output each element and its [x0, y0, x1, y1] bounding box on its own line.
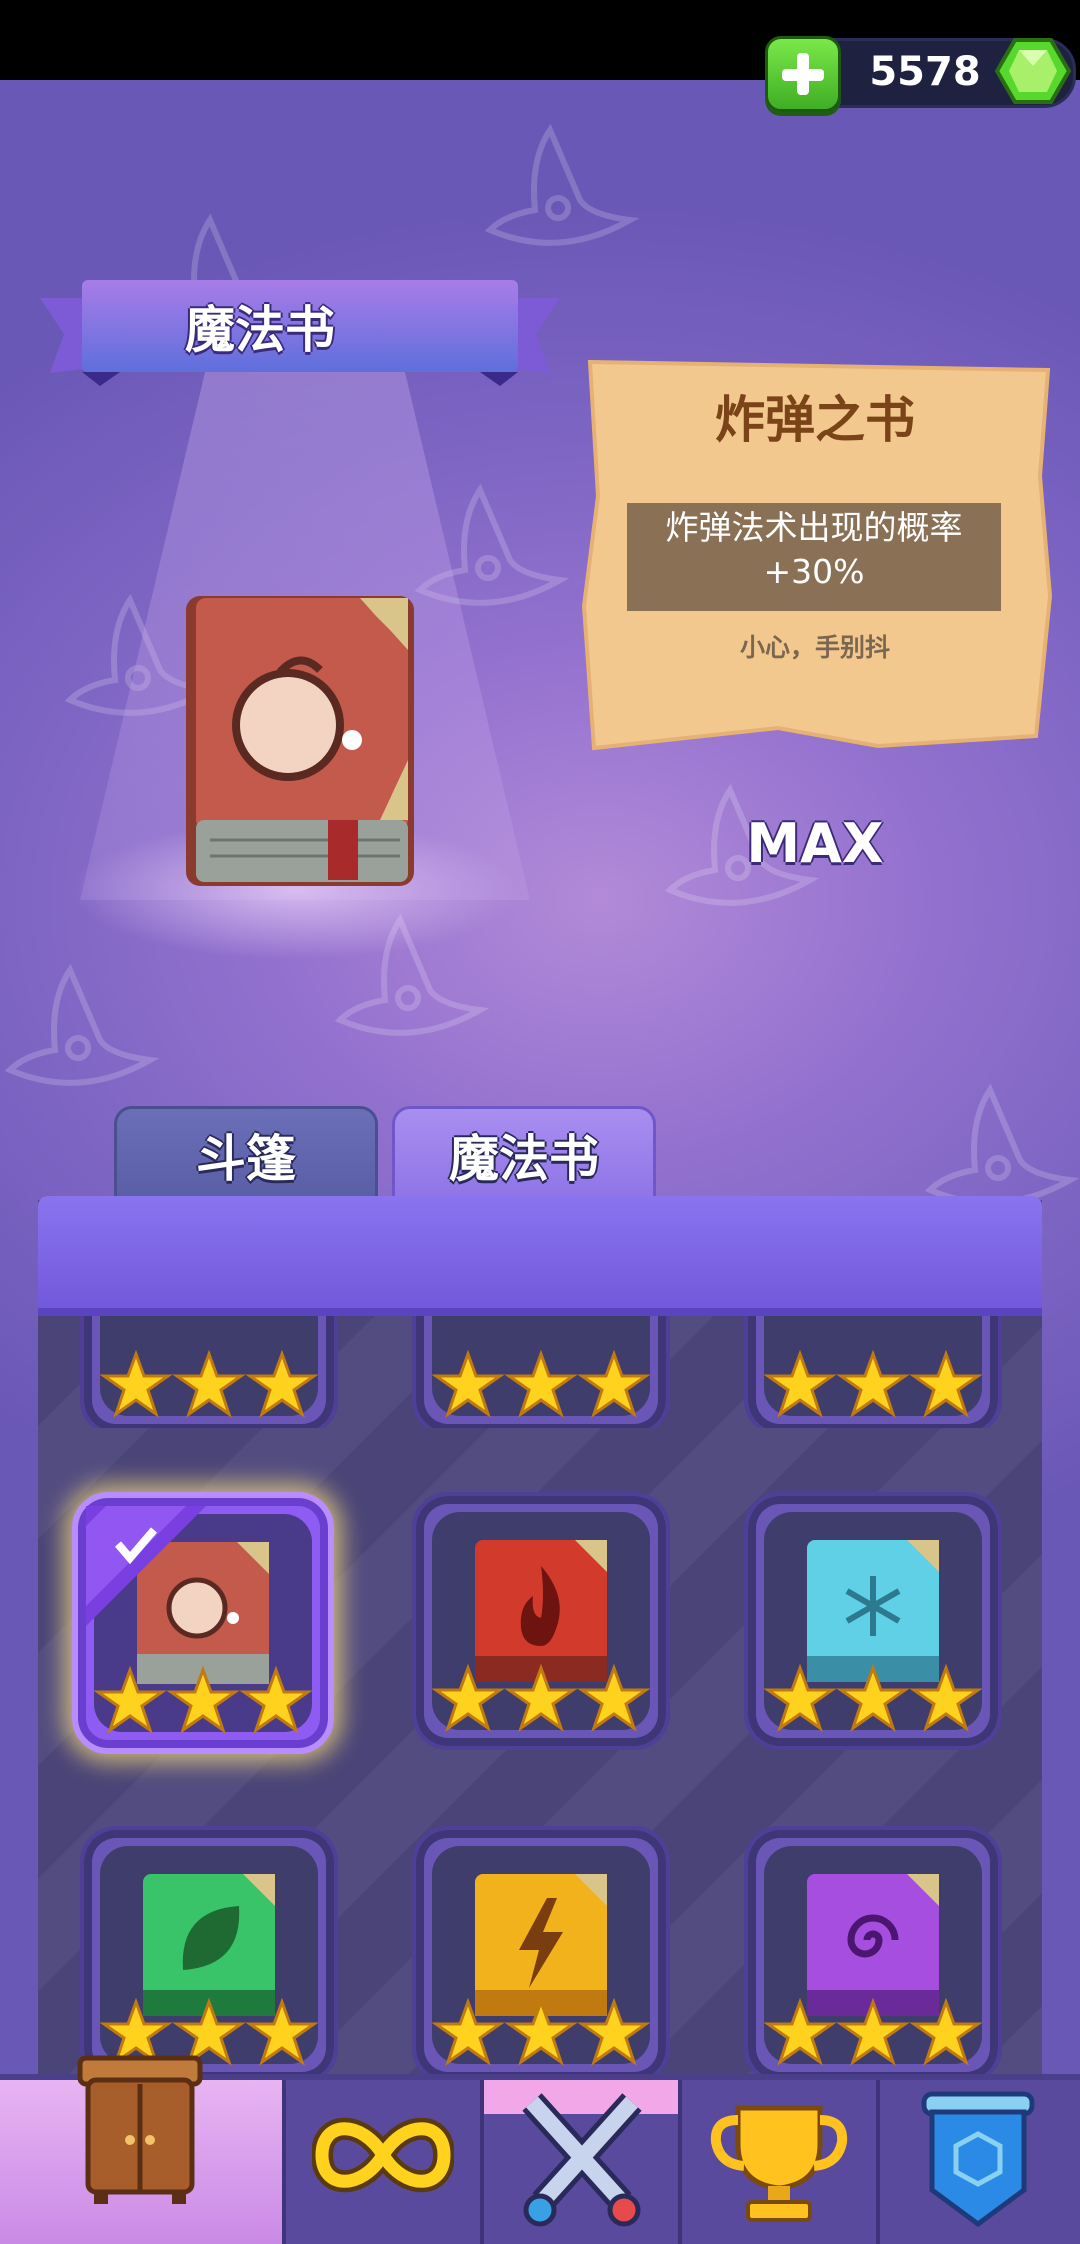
book-slot-bomb[interactable]: [72, 1492, 334, 1754]
hat-decoration-icon: [4, 963, 160, 1086]
bomb-book-icon: [186, 596, 414, 886]
book-name: 炸弹之书: [715, 391, 915, 449]
book-slot-ice[interactable]: [744, 1492, 1002, 1750]
wardrobe-icon: [77, 2055, 203, 2204]
level-max-label: MAX: [746, 812, 884, 875]
panel-header: [38, 1196, 1042, 1316]
book-slot-leaf[interactable]: [80, 1826, 338, 2084]
book-slot[interactable]: [80, 1308, 338, 1428]
selected-check-icon: [86, 1506, 206, 1626]
partial-book-row: [38, 1308, 1042, 1428]
star-rating: [94, 1666, 312, 1734]
green-gem-icon: [995, 38, 1071, 104]
book-effect-description: 炸弹法术出现的概率+30%: [665, 508, 963, 591]
star-rating: [764, 1998, 982, 2066]
infinity-icon: [312, 2117, 454, 2193]
star-rating: [764, 1350, 982, 1418]
book-slot[interactable]: [744, 1308, 1002, 1428]
book-flavor-text: 小心，手别抖: [739, 633, 890, 662]
book-slot-fire[interactable]: [412, 1492, 670, 1750]
shield-banner-icon: [921, 2091, 1035, 2228]
banner-title: 魔法书: [185, 301, 335, 359]
crossed-swords-icon: [522, 2093, 642, 2227]
trophy-icon: [710, 2105, 848, 2222]
hat-decoration-icon: [484, 123, 640, 246]
star-rating: [432, 1998, 650, 2066]
star-rating: [100, 1350, 318, 1418]
plus-icon[interactable]: [765, 36, 841, 112]
gem-count: 5578: [869, 49, 981, 95]
book-slot[interactable]: [412, 1308, 670, 1428]
book-slot-arcane[interactable]: [744, 1826, 1002, 2084]
star-rating: [432, 1664, 650, 1732]
book-slot-lightning[interactable]: [412, 1826, 670, 2084]
star-rating: [764, 1664, 982, 1732]
star-rating: [432, 1350, 650, 1418]
